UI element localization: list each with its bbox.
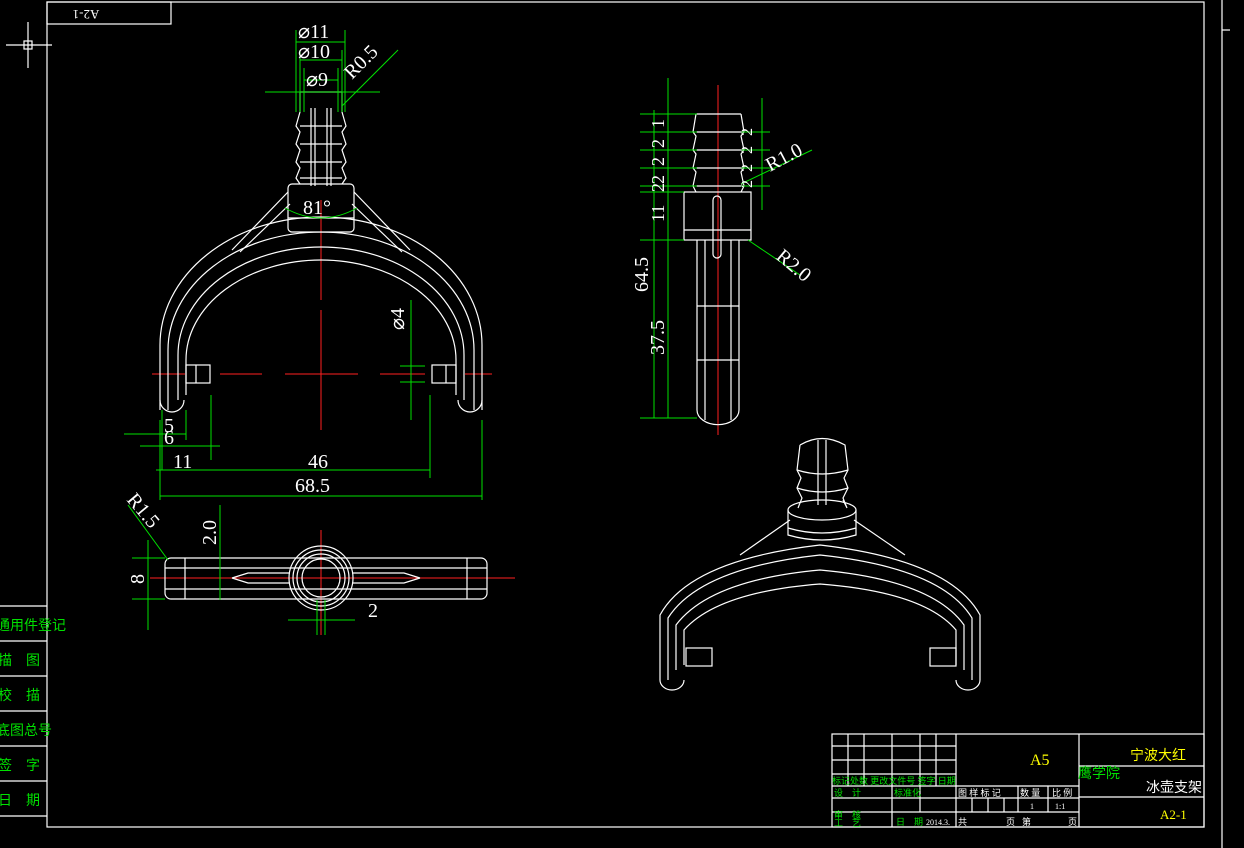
dim-d11: ⌀11: [298, 21, 329, 43]
side-dim-2d: 2: [648, 183, 668, 192]
total-label: 共: [958, 817, 967, 827]
drawing-frame: [46, 0, 1230, 848]
side-dim-2b: 2: [648, 157, 668, 166]
dim-46: 46: [308, 451, 328, 473]
date-label: 日 期: [896, 817, 923, 827]
qty-header: 数 量: [1020, 787, 1040, 798]
dim-11: 11: [173, 451, 192, 473]
rotated-drawing-number: A2-1: [73, 7, 100, 22]
dim-r15: R1.5: [122, 489, 163, 533]
side-dim-2a: 2: [648, 139, 668, 148]
side-dim-11: 11: [648, 205, 668, 222]
dim-angle-81: 81°: [303, 197, 331, 219]
standard-label: 标准化: [894, 787, 921, 798]
dim-2: 2: [368, 600, 378, 622]
scale-value: 1:1: [1055, 802, 1065, 811]
side-dim-r1-0: R1.0: [762, 139, 806, 176]
side-view: [683, 85, 752, 435]
left-table-row-2: 描 图: [0, 653, 40, 669]
qty-value: 1: [1030, 802, 1034, 811]
left-table-row-4: 底图总号: [0, 723, 52, 739]
sheet-label: 第: [1022, 816, 1031, 827]
left-side-table: 通用件登记 描 图 校 描 底图总号 签 字 日 期: [0, 605, 66, 817]
title-block: A5 宁波大红 鹰学院 冰壶支架 A2-1 标记处数 更改文件号 签字 日期 设…: [831, 733, 1205, 828]
sign-row: 标记处数 更改文件号 签字 日期: [832, 775, 956, 786]
cad-drawing: A2-1 通用件登记 描 图 校 描 底图总号 签 字 日 期 ⌀11 ⌀10 …: [0, 0, 1230, 848]
side-right-dim-2d: 2: [739, 180, 756, 188]
side-right-dim-2a: 2: [739, 128, 756, 136]
dim-6: 6: [164, 427, 174, 449]
dim-8: 8: [127, 574, 149, 584]
side-dim-2c: 2: [648, 175, 668, 184]
process-label: 工 艺: [834, 818, 861, 828]
page-label-2: 页: [1068, 817, 1077, 827]
date-value: 2014.3.: [926, 818, 950, 827]
left-table-row-1: 通用件登记: [0, 618, 66, 634]
isometric-view: [659, 437, 981, 691]
rotated-drawing-number-box: A2-1: [46, 1, 172, 25]
scale-header: 比 例: [1052, 787, 1072, 798]
left-table-row-6: 日 期: [0, 793, 40, 809]
dim-68-5: 68.5: [295, 475, 330, 497]
company-name-1: 宁波大红: [1130, 747, 1186, 764]
dim-d10: ⌀10: [298, 41, 330, 63]
side-dim-1: 1: [648, 119, 668, 128]
side-right-dim-2c: 2: [739, 164, 756, 172]
crosshair-cursor: [6, 22, 52, 68]
front-view: [152, 91, 492, 430]
design-label: 设 计: [834, 787, 861, 798]
side-dim-64-5: 64.5: [631, 257, 653, 292]
side-right-dim-2b: 2: [739, 146, 756, 154]
dim-r05: R0.5: [340, 41, 383, 84]
side-dim-37-5: 37.5: [647, 320, 669, 355]
dim-2-0: 2.0: [199, 520, 221, 545]
drawing-number: A2-1: [1160, 807, 1187, 822]
page-label: 页: [1006, 817, 1015, 827]
left-table-row-5: 签 字: [0, 757, 40, 774]
part-name: 冰壶支架: [1146, 780, 1202, 796]
paper-size: A5: [1030, 752, 1050, 769]
side-dim-r2-0: R2.0: [772, 245, 816, 286]
dim-d4: ⌀4: [387, 308, 409, 330]
dim-d9: ⌀9: [306, 69, 328, 91]
side-dimensions: 1 2 2 2 2 11 64.5 37.5 2 2 2 2 R1.0 R2.0: [631, 78, 816, 419]
stage-headers: 图 样 标 记: [958, 787, 1001, 798]
company-name-2: 鹰学院: [1078, 766, 1120, 782]
left-table-row-3: 校 描: [0, 687, 40, 704]
